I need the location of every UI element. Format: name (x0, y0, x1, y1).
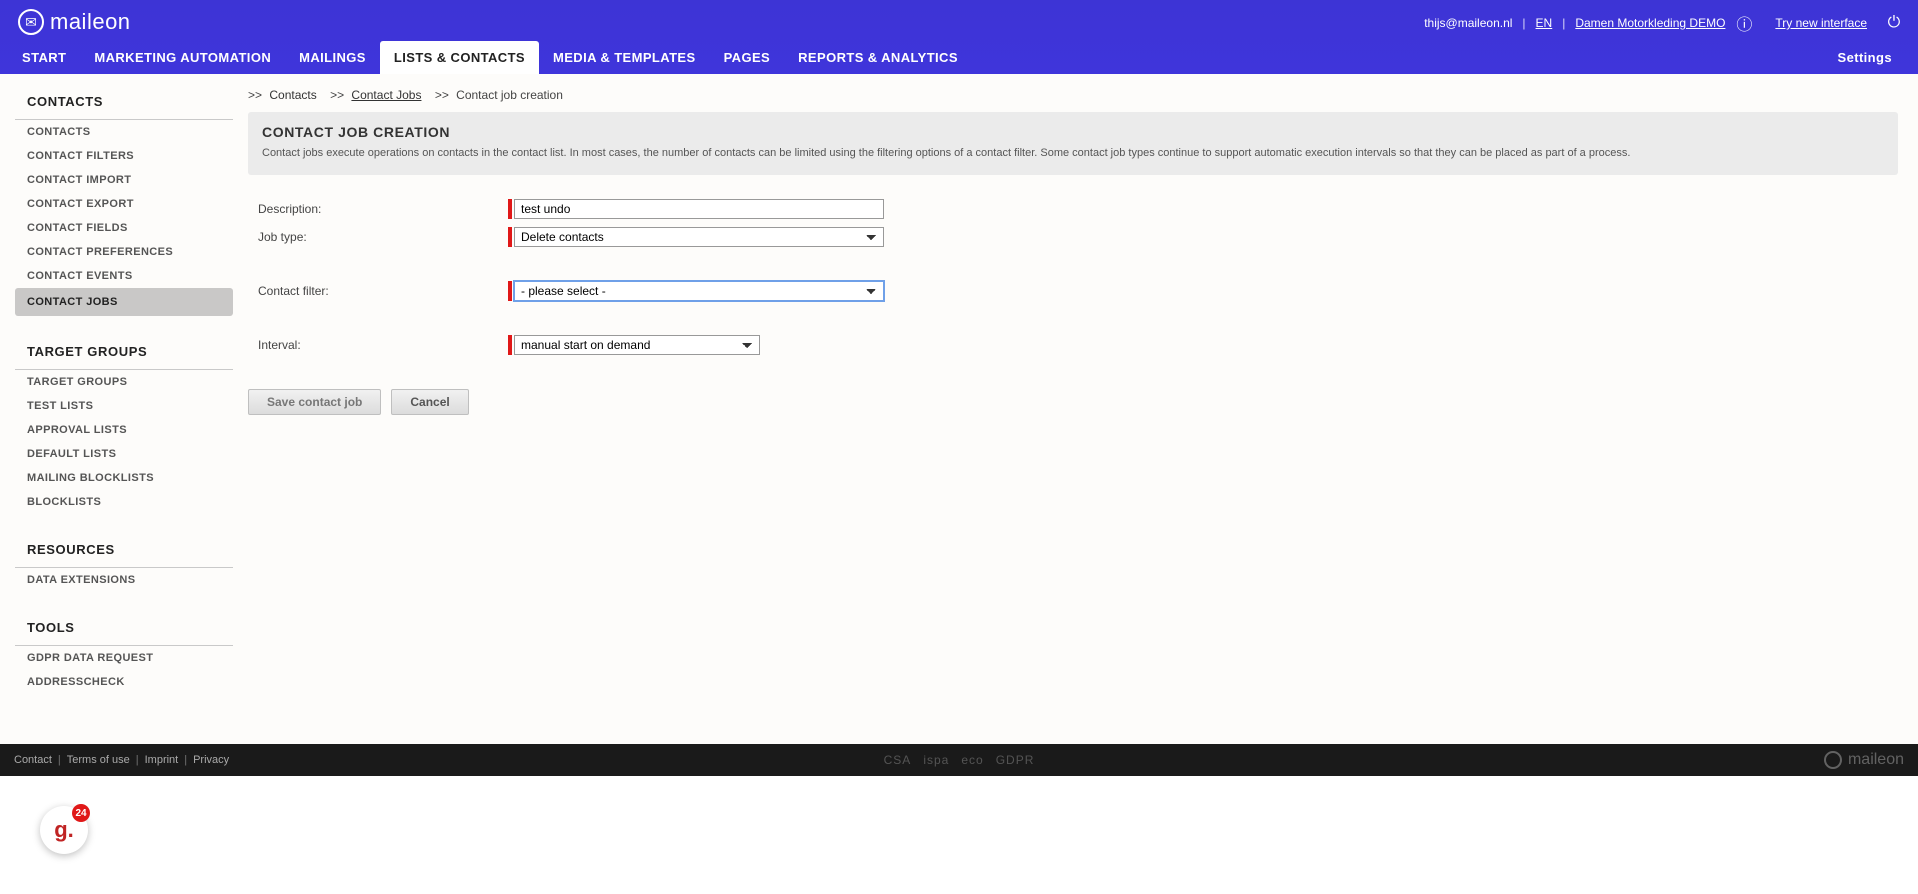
sidebar-item-test-lists[interactable]: TEST LISTS (15, 394, 233, 418)
label-job-type: Job type: (258, 230, 508, 244)
brand-text: maileon (50, 9, 131, 35)
body-wrap: CONTACTSCONTACTSCONTACT FILTERSCONTACT I… (0, 74, 1918, 744)
row-interval: Interval: manual start on demand (248, 331, 1898, 359)
required-marker (508, 281, 512, 301)
footer-link-privacy[interactable]: Privacy (193, 754, 229, 766)
breadcrumb-contact-jobs[interactable]: Contact Jobs (351, 88, 421, 102)
breadcrumb-contacts[interactable]: Contacts (269, 88, 316, 102)
sidebar-item-contact-fields[interactable]: CONTACT FIELDS (15, 216, 233, 240)
language-link[interactable]: EN (1536, 16, 1553, 30)
row-description: Description: (248, 195, 1898, 223)
header-bar: ✉ maileon thijs@maileon.nl | EN | Damen … (0, 0, 1918, 74)
contact-filter-select[interactable]: - please select - (514, 281, 884, 301)
sidebar-title-contacts: CONTACTS (15, 86, 233, 120)
footer-badge-eco: eco (961, 753, 983, 767)
sidebar: CONTACTSCONTACTSCONTACT FILTERSCONTACT I… (0, 74, 248, 744)
row-job-type: Job type: Delete contacts (248, 223, 1898, 251)
nav-settings[interactable]: Settings (1824, 41, 1906, 74)
sidebar-title-tools: TOOLS (15, 612, 233, 646)
footer-badge-csa: CSA (884, 753, 912, 767)
main-nav: STARTMARKETING AUTOMATIONMAILINGSLISTS &… (8, 41, 972, 74)
sidebar-item-contact-export[interactable]: CONTACT EXPORT (15, 192, 233, 216)
sidebar-item-mailing-blocklists[interactable]: MAILING BLOCKLISTS (15, 466, 233, 490)
description-input[interactable] (514, 199, 884, 219)
panel-text: Contact jobs execute operations on conta… (262, 146, 1884, 161)
label-interval: Interval: (258, 338, 508, 352)
sidebar-title-resources: RESOURCES (15, 534, 233, 568)
interval-select[interactable]: manual start on demand (514, 335, 760, 355)
footer-logo: maileon (1824, 751, 1904, 769)
nav-item-reports-analytics[interactable]: REPORTS & ANALYTICS (784, 41, 972, 74)
breadcrumb-sep: >> (248, 88, 262, 102)
separator: | (1522, 16, 1525, 30)
breadcrumb: >> Contacts >> Contact Jobs >> Contact j… (248, 88, 1898, 102)
save-button[interactable]: Save contact job (248, 389, 381, 415)
footer-brand-icon (1824, 751, 1842, 769)
nav-item-mailings[interactable]: MAILINGS (285, 41, 380, 74)
widget-glyph: g. (54, 817, 74, 843)
footer-badges: CSA ispaeco GDPR (884, 753, 1035, 767)
sidebar-item-contact-import[interactable]: CONTACT IMPORT (15, 168, 233, 192)
footer: Contact|Terms of use|Imprint|Privacy CSA… (0, 744, 1918, 776)
sidebar-item-data-extensions[interactable]: DATA EXTENSIONS (15, 568, 233, 592)
footer-link-imprint[interactable]: Imprint (145, 754, 179, 766)
sidebar-item-contact-jobs[interactable]: CONTACT JOBS (15, 288, 233, 316)
sidebar-item-addresscheck[interactable]: ADDRESSCHECK (15, 670, 233, 694)
brand-icon: ✉ (18, 9, 44, 35)
try-interface-link[interactable]: Try new interface (1775, 16, 1867, 30)
footer-link-terms-of-use[interactable]: Terms of use (67, 754, 130, 766)
sidebar-title-target-groups: TARGET GROUPS (15, 336, 233, 370)
required-marker (508, 335, 512, 355)
info-panel: Contact Job Creation Contact jobs execut… (248, 112, 1898, 175)
user-email: thijs@maileon.nl (1424, 16, 1512, 30)
floating-widget[interactable]: g. 24 (40, 806, 88, 854)
footer-badge-ispa: ispa (923, 753, 949, 767)
label-description: Description: (258, 202, 508, 216)
button-row: Save contact job Cancel (248, 389, 1898, 415)
label-contact-filter: Contact filter: (258, 284, 508, 298)
required-marker (508, 227, 512, 247)
footer-link-contact[interactable]: Contact (14, 754, 52, 766)
separator: | (1562, 16, 1565, 30)
sidebar-item-contact-filters[interactable]: CONTACT FILTERS (15, 144, 233, 168)
job-type-select[interactable]: Delete contacts (514, 227, 884, 247)
sidebar-item-contact-preferences[interactable]: CONTACT PREFERENCES (15, 240, 233, 264)
required-marker (508, 199, 512, 219)
account-link[interactable]: Damen Motorkleding DEMO (1575, 16, 1725, 30)
row-contact-filter: Contact filter: - please select - (248, 277, 1898, 305)
sidebar-item-contacts[interactable]: CONTACTS (15, 120, 233, 144)
panel-title: Contact Job Creation (262, 124, 1884, 140)
footer-brand-text: maileon (1848, 751, 1904, 769)
cancel-button[interactable]: Cancel (391, 389, 468, 415)
nav-item-marketing-automation[interactable]: MARKETING AUTOMATION (80, 41, 285, 74)
breadcrumb-sep: >> (435, 88, 449, 102)
nav-item-lists-contacts[interactable]: LISTS & CONTACTS (380, 41, 539, 74)
sidebar-item-approval-lists[interactable]: APPROVAL LISTS (15, 418, 233, 442)
sidebar-item-target-groups[interactable]: TARGET GROUPS (15, 370, 233, 394)
sidebar-item-default-lists[interactable]: DEFAULT LISTS (15, 442, 233, 466)
breadcrumb-sep: >> (330, 88, 344, 102)
footer-badge-gdpr: GDPR (996, 753, 1035, 767)
info-icon[interactable]: ⓘ (1735, 14, 1753, 32)
main-content: >> Contacts >> Contact Jobs >> Contact j… (248, 74, 1918, 744)
nav-item-media-templates[interactable]: MEDIA & TEMPLATES (539, 41, 710, 74)
sidebar-item-gdpr-data-request[interactable]: GDPR DATA REQUEST (15, 646, 233, 670)
nav-item-start[interactable]: START (8, 41, 80, 74)
footer-links: Contact|Terms of use|Imprint|Privacy (14, 754, 229, 766)
widget-count: 24 (72, 804, 90, 822)
header-right: thijs@maileon.nl | EN | Damen Motorkledi… (1424, 14, 1903, 32)
nav-item-pages[interactable]: PAGES (710, 41, 785, 74)
power-icon[interactable]: ⏻ (1885, 14, 1903, 32)
sidebar-item-contact-events[interactable]: CONTACT EVENTS (15, 264, 233, 288)
sidebar-item-blocklists[interactable]: BLOCKLISTS (15, 490, 233, 514)
brand-logo[interactable]: ✉ maileon (18, 9, 131, 35)
breadcrumb-current: Contact job creation (456, 88, 563, 102)
